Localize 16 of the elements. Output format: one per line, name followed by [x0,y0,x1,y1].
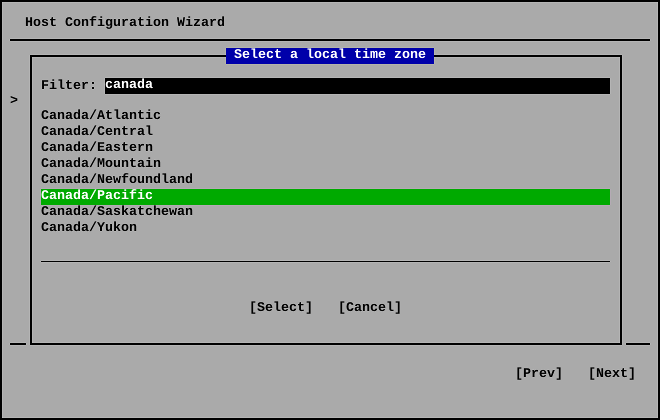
cancel-button[interactable]: [Cancel] [338,301,402,317]
prev-button[interactable]: [Prev] [515,367,563,383]
filter-field[interactable]: canada [105,78,610,94]
select-button[interactable]: [Select] [249,301,313,317]
timezone-option[interactable]: Canada/Atlantic [41,109,610,125]
timezone-option[interactable]: Canada/Central [41,125,610,141]
filter-label: Filter: [41,78,97,94]
timezone-option[interactable]: Canada/Yukon [41,221,610,237]
timezone-option[interactable]: Canada/Saskatchewan [41,205,610,221]
focus-marker: > [10,94,18,110]
dialog-title: Select a local time zone [226,48,434,64]
timezone-option[interactable]: Canada/Mountain [41,157,610,173]
timezone-option[interactable]: Canada/Eastern [41,141,610,157]
timezone-option[interactable]: Canada/Newfoundland [41,173,610,189]
window-title: Host Configuration Wizard [25,16,225,32]
next-button[interactable]: [Next] [588,367,636,383]
